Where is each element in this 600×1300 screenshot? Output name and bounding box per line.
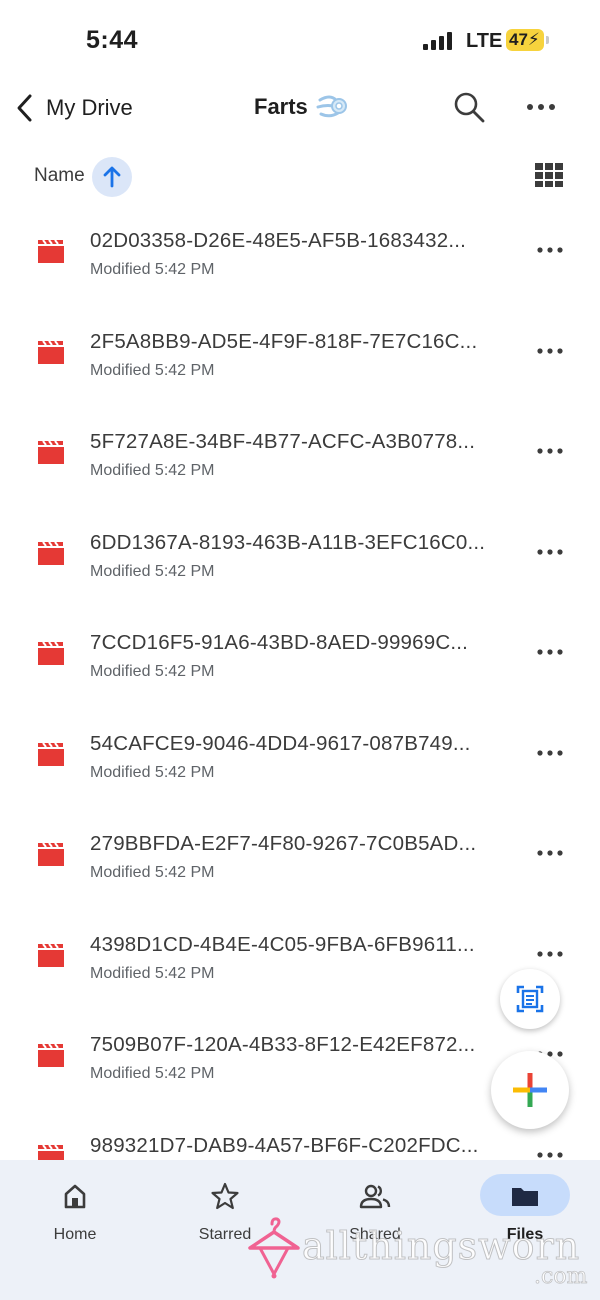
file-row[interactable]: 54CAFCE9-9046-4DD4-9617-087B749... Modifi… (0, 706, 600, 807)
file-modified-time: Modified 5:42 PM (90, 462, 215, 479)
document-scan-icon (516, 985, 544, 1013)
file-name: 279BBFDA-E2F7-4F80-9267-7C0B5AD... (90, 832, 477, 855)
top-app-bar: My Drive Farts (0, 80, 600, 136)
file-name: 4398D1CD-4B4E-4C05-9FBA-6FB9611... (90, 932, 475, 956)
file-name: 2F5A8BB9-AD5E-4F9F-818F-7E7C16C... (90, 329, 478, 353)
bottom-navigation: Home Starred Shared Files (0, 1160, 600, 1300)
shared-people-icon (359, 1184, 391, 1209)
battery-level: 47⚡ (509, 30, 540, 49)
nav-files-label: Files (506, 1226, 544, 1243)
file-modified-time: Modified 5:42 PM (90, 562, 215, 580)
new-item-button[interactable] (491, 1051, 569, 1129)
video-file-icon (38, 942, 64, 967)
video-file-icon (38, 641, 64, 665)
network-type: LTE (466, 30, 503, 52)
search-icon[interactable] (452, 90, 486, 124)
file-modified-time: Modified 5:42 PM (90, 1065, 215, 1082)
nav-shared[interactable]: Shared (300, 1160, 450, 1270)
file-row[interactable]: 02D03358-D26E-48E5-AF5B-1683432... Modifi… (0, 203, 600, 304)
more-options-icon[interactable] (524, 92, 558, 122)
star-icon (211, 1182, 239, 1210)
sort-label[interactable]: Name (34, 165, 85, 187)
nav-starred-label: Starred (198, 1226, 252, 1243)
file-modified-time: Modified 5:42 PM (90, 663, 215, 680)
file-name: 02D03358-D26E-48E5-AF5B-1683432... (90, 229, 467, 252)
file-modified-time: Modified 5:42 PM (90, 964, 215, 982)
more-options-icon[interactable] (536, 541, 564, 563)
file-modified-time: Modified 5:42 PM (90, 361, 215, 379)
file-modified-time: Modified 5:42 PM (90, 261, 215, 278)
file-row[interactable]: 6DD1367A-8193-463B-A11B-3EFC16C0... Modif… (0, 505, 600, 606)
page-title: Farts (254, 92, 348, 122)
status-bar: 5:44 LTE 47⚡ (0, 0, 600, 80)
more-options-icon[interactable] (536, 943, 564, 965)
file-name: 989321D7-DAB9-4A57-BF6F-C202FDC... (90, 1133, 479, 1157)
nav-starred[interactable]: Starred (150, 1160, 300, 1270)
nav-files[interactable]: Files (450, 1160, 600, 1270)
battery-icon: 47⚡ (506, 29, 549, 51)
file-name: 6DD1367A-8193-463B-A11B-3EFC16C0... (90, 530, 486, 554)
more-options-icon[interactable] (536, 239, 564, 261)
cellular-signal-icon (423, 32, 453, 50)
video-file-icon (38, 339, 64, 364)
video-file-icon (38, 1043, 64, 1067)
more-options-icon[interactable] (536, 440, 564, 462)
file-name: 5F727A8E-34BF-4B77-ACFC-A3B0778... (90, 430, 476, 453)
sort-row: Name (0, 150, 600, 202)
file-name: 7509B07F-120A-4B33-8F12-E42EF872... (90, 1033, 476, 1056)
nav-home[interactable]: Home (0, 1160, 150, 1270)
file-row[interactable]: 2F5A8BB9-AD5E-4F9F-818F-7E7C16C... Modifi… (0, 304, 600, 405)
file-row[interactable]: 279BBFDA-E2F7-4F80-9267-7C0B5AD... Modifi… (0, 806, 600, 907)
video-file-icon (38, 239, 64, 263)
status-time: 5:44 (86, 26, 139, 54)
plus-icon (513, 1073, 547, 1107)
video-file-icon (38, 540, 64, 565)
more-options-icon[interactable] (536, 340, 564, 362)
scan-button[interactable] (500, 969, 560, 1029)
grid-view-icon[interactable] (534, 162, 564, 188)
nav-shared-label: Shared (349, 1226, 401, 1243)
file-name: 54CAFCE9-9046-4DD4-9617-087B749... (90, 731, 471, 755)
file-row[interactable]: 5F727A8E-34BF-4B77-ACFC-A3B0778... Modifi… (0, 404, 600, 505)
file-modified-time: Modified 5:42 PM (90, 763, 215, 781)
chevron-left-icon (17, 94, 32, 122)
file-name: 7CCD16F5-91A6-43BD-8AED-99969C... (90, 631, 469, 654)
more-options-icon[interactable] (536, 742, 564, 764)
nav-home-label: Home (53, 1226, 97, 1243)
more-options-icon[interactable] (536, 842, 564, 864)
home-icon (64, 1184, 86, 1209)
folder-title: Farts (254, 94, 308, 119)
video-file-icon (38, 741, 64, 766)
dash-symbol-icon (316, 95, 347, 118)
file-modified-time: Modified 5:42 PM (90, 864, 215, 881)
folder-icon (512, 1188, 538, 1206)
sort-direction-button[interactable] (92, 157, 132, 197)
more-options-icon[interactable] (536, 641, 564, 663)
video-file-icon (38, 842, 64, 866)
video-file-icon (38, 440, 64, 464)
file-row[interactable]: 7CCD16F5-91A6-43BD-8AED-99969C... Modifie… (0, 605, 600, 706)
back-label: My Drive (46, 95, 133, 120)
back-button[interactable]: My Drive (14, 88, 133, 128)
arrow-up-icon (103, 166, 121, 188)
